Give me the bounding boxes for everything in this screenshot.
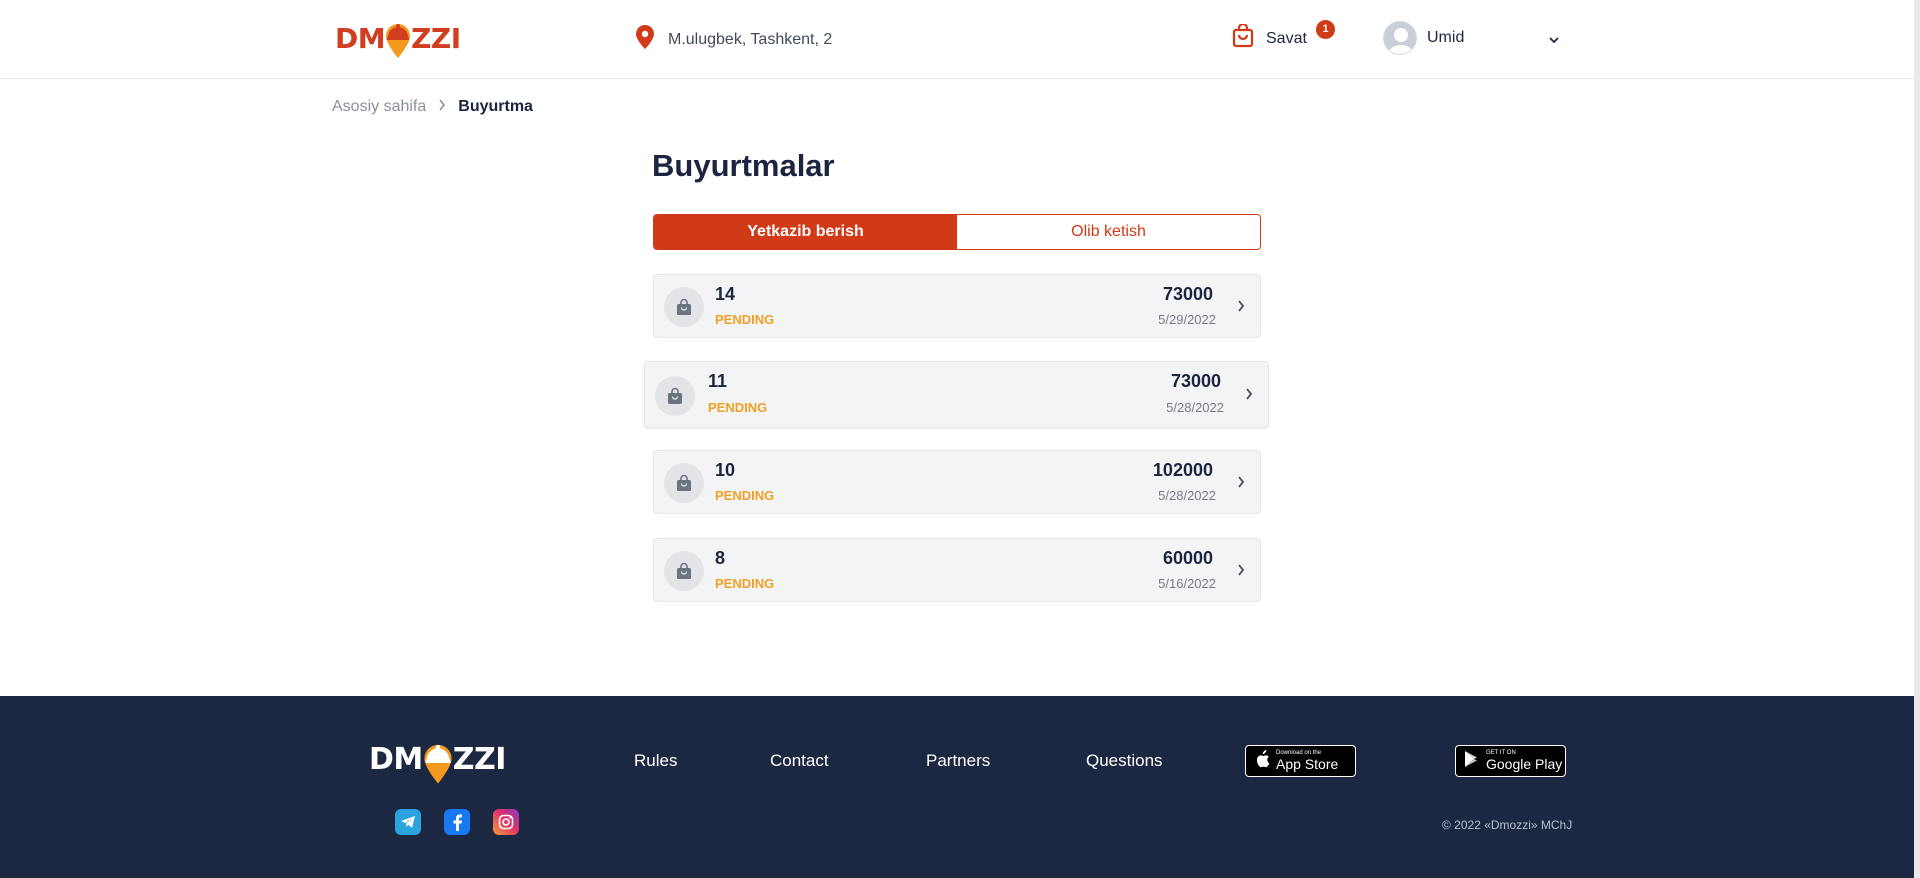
chevron-right-icon: [438, 98, 446, 116]
footer-link-partners[interactable]: Partners: [926, 751, 990, 771]
location-text: M.ulugbek, Tashkent, 2: [668, 30, 833, 48]
instagram-icon[interactable]: [493, 809, 519, 835]
page-title: Buyurtmalar: [652, 148, 835, 183]
footer-logo[interactable]: DM ZZI: [369, 736, 507, 784]
footer-link-contact[interactable]: Contact: [770, 751, 829, 771]
order-status: PENDING: [708, 400, 768, 415]
order-card[interactable]: 10 PENDING 102000 5/28/2022: [653, 450, 1261, 514]
breadcrumb-current: Buyurtma: [458, 98, 533, 115]
order-card[interactable]: 8 PENDING 60000 5/16/2022: [653, 538, 1261, 602]
order-price: 60000: [1162, 548, 1213, 568]
tab-pickup[interactable]: Olib ketish: [957, 215, 1260, 249]
user-menu[interactable]: Umid: [1383, 21, 1464, 55]
order-date: 5/16/2022: [1158, 576, 1216, 591]
order-status: PENDING: [715, 488, 775, 503]
order-date: 5/29/2022: [1158, 312, 1216, 327]
telegram-icon[interactable]: [395, 809, 421, 835]
apple-icon: [1254, 749, 1270, 773]
order-date: 5/28/2022: [1166, 400, 1224, 415]
footer-logo-text-left: DM: [369, 741, 423, 777]
avatar: [1383, 21, 1417, 55]
user-name: Umid: [1427, 29, 1465, 46]
order-date: 5/28/2022: [1158, 488, 1216, 503]
footer: DM ZZI Rules Contact Partners Questions …: [0, 696, 1914, 878]
order-price: 73000: [1170, 371, 1221, 391]
logo-pin-icon: [383, 20, 413, 60]
app-store-text: Download on the App Store: [1276, 750, 1338, 772]
page: DM ZZI M.ulugbek, Tashkent, 2 Savat 1 Um…: [0, 0, 1920, 878]
header: DM ZZI M.ulugbek, Tashkent, 2 Savat 1 Um…: [0, 0, 1914, 79]
shopping-bag-icon: [664, 551, 704, 591]
chevron-right-icon: [1244, 386, 1254, 407]
logo-pin-icon: [421, 740, 455, 786]
footer-logo-text-right: ZZI: [452, 741, 507, 777]
google-play-button[interactable]: GET IT ON Google Play: [1455, 745, 1566, 777]
order-number: 10: [715, 460, 736, 480]
chevron-right-icon: [1236, 562, 1246, 583]
order-price: 73000: [1162, 284, 1213, 304]
app-store-button[interactable]: Download on the App Store: [1245, 745, 1356, 777]
cart-count-badge: 1: [1316, 20, 1335, 39]
logo-text-left: DM: [335, 21, 386, 55]
chevron-right-icon: [1236, 474, 1246, 495]
logo[interactable]: DM ZZI: [335, 16, 471, 60]
google-play-icon: [1464, 750, 1480, 773]
breadcrumb: Asosiy sahifa Buyurtma: [332, 98, 533, 116]
facebook-icon[interactable]: [444, 809, 470, 835]
order-type-tabs: Yetkazib berish Olib ketish: [653, 214, 1261, 250]
cart-button[interactable]: Savat 1: [1232, 20, 1335, 53]
order-card[interactable]: 11 PENDING 73000 5/28/2022: [644, 361, 1269, 428]
footer-link-rules[interactable]: Rules: [634, 751, 677, 771]
app-store-big-text: App Store: [1276, 756, 1339, 772]
cart-label: Savat: [1266, 29, 1307, 47]
map-pin-icon: [636, 25, 654, 54]
shopping-bag-icon: [655, 376, 695, 416]
shopping-bag-icon: [1232, 22, 1254, 53]
chevron-right-icon: [1236, 298, 1246, 319]
logo-text-right: ZZI: [411, 21, 461, 55]
breadcrumb-home[interactable]: Asosiy sahifa: [332, 98, 426, 116]
location-selector[interactable]: M.ulugbek, Tashkent, 2: [636, 25, 832, 54]
order-price: 102000: [1152, 460, 1213, 480]
order-number: 11: [708, 371, 728, 391]
shopping-bag-icon: [664, 463, 704, 503]
order-number: 8: [715, 548, 726, 568]
google-play-text: GET IT ON Google Play: [1486, 750, 1562, 772]
copyright: © 2022 «Dmozzi» MChJ: [1442, 818, 1573, 832]
order-number: 14: [715, 284, 736, 304]
chevron-down-icon[interactable]: [1549, 31, 1559, 49]
google-play-big-text: Google Play: [1486, 756, 1563, 772]
order-card[interactable]: 14 PENDING 73000 5/29/2022: [653, 274, 1261, 338]
order-status: PENDING: [715, 312, 775, 327]
scrollbar[interactable]: [1914, 0, 1920, 878]
footer-link-questions[interactable]: Questions: [1086, 751, 1163, 771]
shopping-bag-icon: [664, 287, 704, 327]
order-status: PENDING: [715, 576, 775, 591]
tab-delivery[interactable]: Yetkazib berish: [654, 215, 957, 249]
